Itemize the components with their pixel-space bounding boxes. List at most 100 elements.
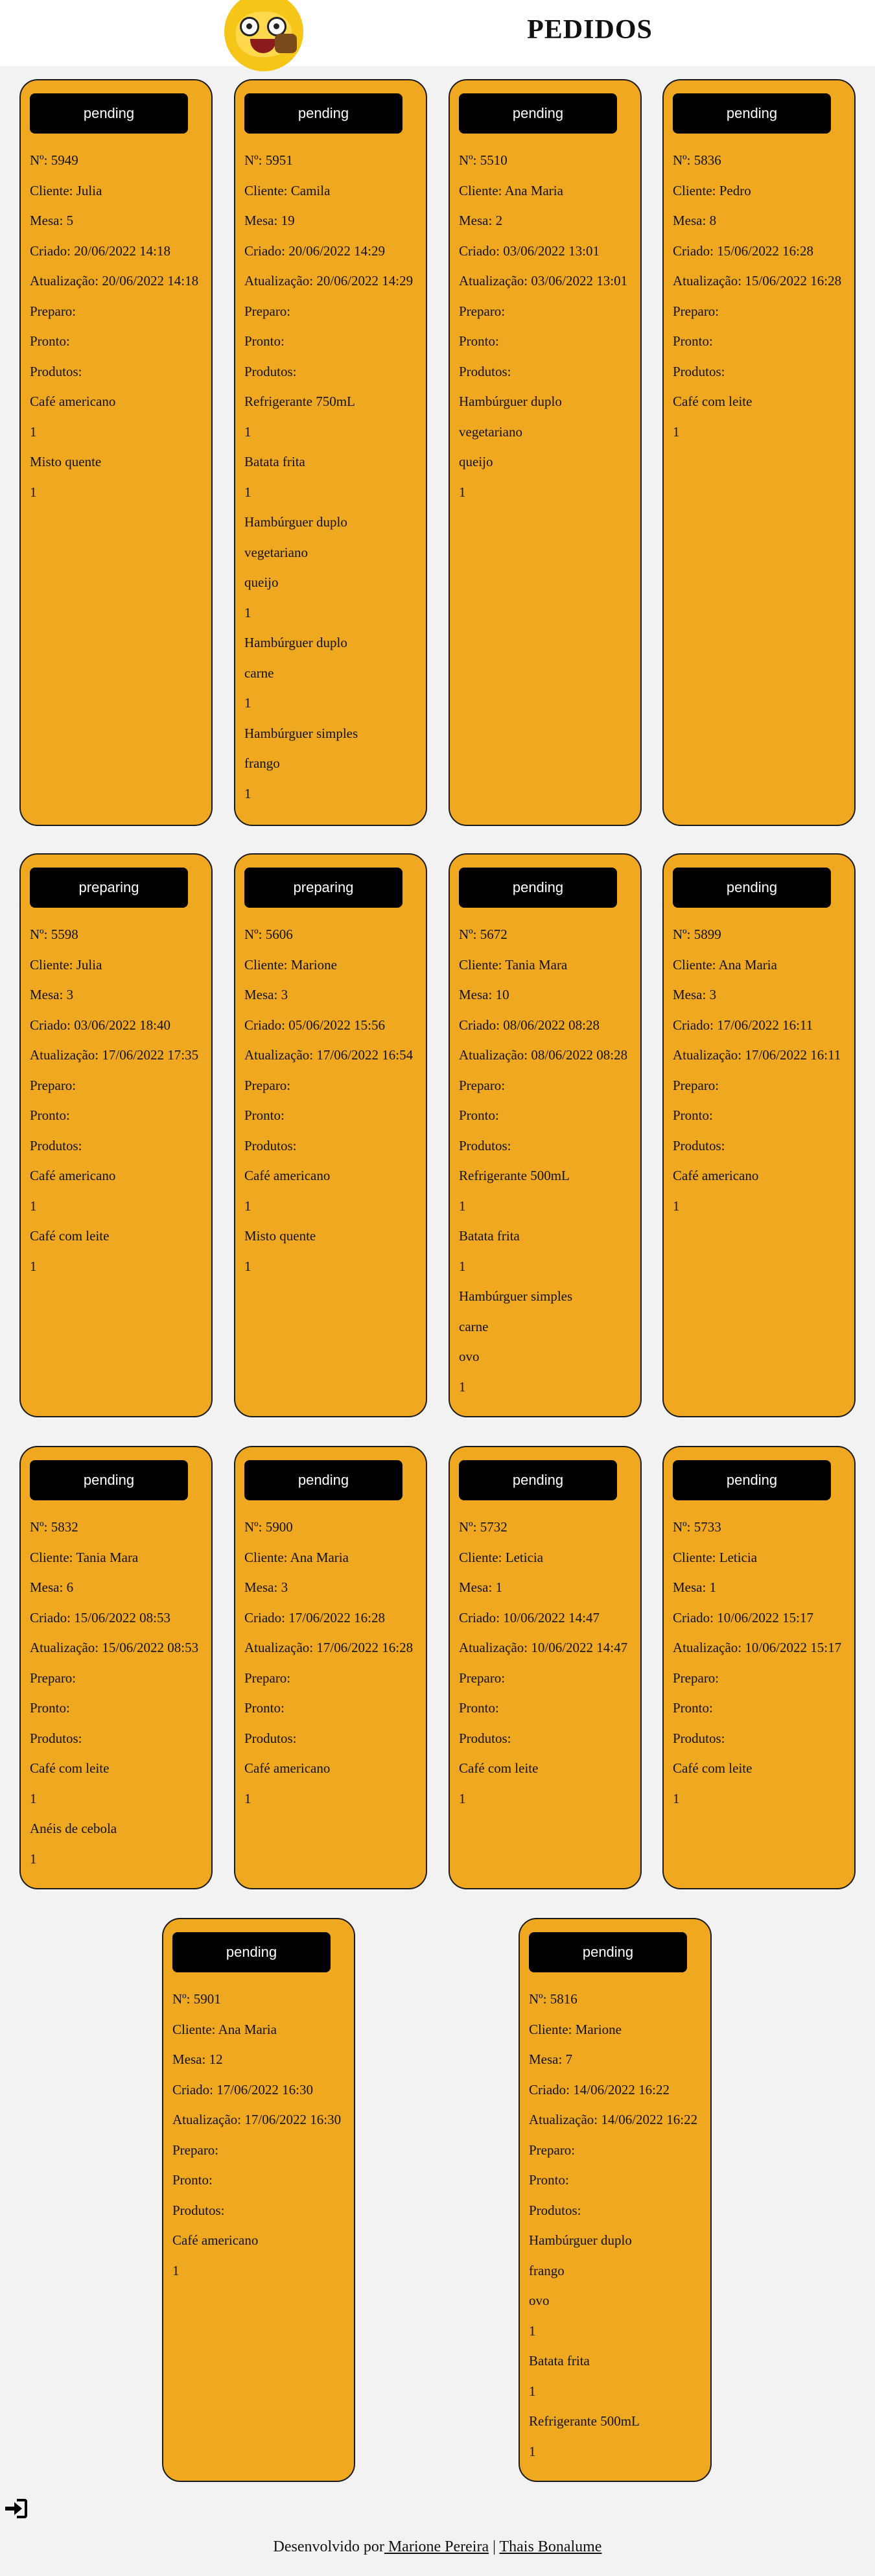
status-button[interactable]: pending xyxy=(244,93,402,134)
order-number: Nº: 5816 xyxy=(529,1984,706,2015)
order-preparing: Preparo: xyxy=(244,1070,422,1101)
status-button[interactable]: pending xyxy=(459,868,617,908)
order-number-part: Nº: xyxy=(244,927,266,942)
order-table-part: 12 xyxy=(209,2051,223,2067)
product-quantity-part: 1 xyxy=(459,1790,466,1806)
status-button[interactable]: pending xyxy=(673,1460,831,1500)
order-updated-part: 03/06/2022 13:01 xyxy=(531,273,628,289)
order-table: Mesa: 6 xyxy=(30,1572,207,1603)
product-name-part: queijo xyxy=(459,454,493,469)
order-updated-part: 14/06/2022 16:22 xyxy=(601,2112,698,2127)
product-name-part: vegetariano xyxy=(244,544,308,560)
order-ready-part: Pronto: xyxy=(30,1107,70,1123)
status-button[interactable]: pending xyxy=(673,868,831,908)
order-updated: Atualização: 20/06/2022 14:29 xyxy=(244,266,422,296)
product-quantity: 1 xyxy=(244,598,422,628)
product-name: Café americano xyxy=(30,1161,207,1191)
order-preparing: Preparo: xyxy=(673,1663,850,1694)
product-quantity: 1 xyxy=(30,1784,207,1814)
order-ready-part: Pronto: xyxy=(673,333,713,349)
order-updated-part: Atualização: xyxy=(244,273,317,289)
author-link-thais[interactable]: Thais Bonalume xyxy=(499,2538,601,2555)
order-table: Mesa: 3 xyxy=(30,980,207,1010)
order-created-part: Criado: xyxy=(172,2081,217,2097)
order-products-label-part: Produtos: xyxy=(529,2202,581,2218)
order-preparing-part: Preparo: xyxy=(673,303,719,319)
product-name: Refrigerante 500mL xyxy=(459,1161,636,1191)
order-created: Criado: 17/06/2022 16:11 xyxy=(673,1010,850,1041)
order-created-part: 17/06/2022 16:11 xyxy=(717,1017,813,1033)
product-quantity: 1 xyxy=(529,2437,706,2467)
order-updated: Atualização: 03/06/2022 13:01 xyxy=(459,266,636,296)
product-name: queijo xyxy=(459,447,636,477)
order-created: Criado: 20/06/2022 14:29 xyxy=(244,236,422,266)
order-updated: Atualização: 10/06/2022 15:17 xyxy=(673,1633,850,1663)
order-table-part: 10 xyxy=(495,987,509,1002)
order-client-part: Cliente: xyxy=(244,1549,290,1565)
order-card: pending Nº: 5901 Cliente: Ana Maria Mesa: 1… xyxy=(162,1918,355,2482)
product-quantity-part: 1 xyxy=(30,1850,37,1867)
status-button[interactable]: pending xyxy=(244,1460,402,1500)
order-number-part: 5733 xyxy=(694,1519,721,1535)
order-preparing: Preparo: xyxy=(244,1663,422,1694)
order-table-part: 2 xyxy=(495,213,503,228)
order-ready-part: Pronto: xyxy=(459,333,499,349)
product-name: Refrigerante 500mL xyxy=(529,2406,706,2437)
order-products-label-part: Produtos: xyxy=(244,1137,297,1153)
product-name: carne xyxy=(459,1312,636,1342)
product-name-part: frango xyxy=(244,755,280,771)
order-products-label-part: Produtos: xyxy=(30,1137,82,1153)
header: PEDIDOS xyxy=(0,0,875,71)
status-button[interactable]: pending xyxy=(172,1932,331,1972)
order-created-part: 17/06/2022 16:30 xyxy=(216,2081,314,2097)
product-quantity: 1 xyxy=(30,477,207,508)
order-number-part: Nº: xyxy=(529,1991,550,2007)
status-button[interactable]: pending xyxy=(459,1460,617,1500)
product-name: Misto quente xyxy=(30,447,207,477)
order-client: Cliente: Tania Mara xyxy=(30,1542,207,1573)
product-name: vegetariano xyxy=(244,538,422,568)
order-client-part: Camila xyxy=(290,182,331,198)
order-client-part: Tania Mara xyxy=(76,1549,139,1565)
status-button[interactable]: pending xyxy=(30,1460,188,1500)
order-created-part: Criado: xyxy=(673,242,718,259)
product-name-part: Hambúrguer simples xyxy=(244,725,358,741)
sign-in-icon[interactable] xyxy=(4,2499,27,2518)
order-number-part: 5510 xyxy=(480,152,508,168)
product-name-part: Misto quente xyxy=(30,454,102,469)
product-quantity: 1 xyxy=(244,417,422,447)
order-client-part: Cliente: xyxy=(673,956,719,973)
order-updated: Atualização: 17/06/2022 16:54 xyxy=(244,1040,422,1070)
order-created-part: 15/06/2022 08:53 xyxy=(74,1609,171,1625)
order-ready-part: Pronto: xyxy=(459,1107,499,1123)
order-products-label-part: Produtos: xyxy=(244,363,297,379)
product-name: Café americano xyxy=(244,1753,422,1784)
order-client-part: Cliente: xyxy=(30,182,76,198)
order-preparing: Preparo: xyxy=(529,2135,706,2166)
order-details: Nº: 5951 Cliente: Camila Mesa: 19 Criado: 2… xyxy=(244,145,422,809)
order-preparing: Preparo: xyxy=(172,2135,350,2166)
product-quantity: 1 xyxy=(244,477,422,508)
status-button[interactable]: preparing xyxy=(244,868,402,908)
order-table-part: 6 xyxy=(66,1579,74,1595)
order-table-part: Mesa: xyxy=(673,987,710,1002)
order-client-part: Cliente: xyxy=(673,182,719,198)
status-button[interactable]: pending xyxy=(673,93,831,134)
order-number: Nº: 5836 xyxy=(673,145,850,176)
status-button[interactable]: pending xyxy=(30,93,188,134)
status-button[interactable]: preparing xyxy=(30,868,188,908)
order-number: Nº: 5900 xyxy=(244,1512,422,1542)
product-name-part: Refrigerante 750mL xyxy=(244,394,355,409)
status-button[interactable]: pending xyxy=(459,93,617,134)
author-link-marione[interactable]: Marione Pereira xyxy=(384,2538,489,2555)
order-ready: Pronto: xyxy=(30,1100,207,1131)
order-details: Nº: 5598 Cliente: Julia Mesa: 3 Criado: 03/… xyxy=(30,919,207,1281)
order-updated-part: Atualização: xyxy=(673,1640,745,1655)
order-details: Nº: 5832 Cliente: Tania Mara Mesa: 6 Criado… xyxy=(30,1512,207,1874)
order-number-part: Nº: xyxy=(673,1519,694,1535)
status-button[interactable]: pending xyxy=(529,1932,687,1972)
order-created-part: Criado: xyxy=(244,1609,289,1625)
order-client-part: Julia xyxy=(76,182,102,198)
product-name-part: queijo xyxy=(244,574,279,590)
product-quantity-part: 1 xyxy=(244,695,251,711)
